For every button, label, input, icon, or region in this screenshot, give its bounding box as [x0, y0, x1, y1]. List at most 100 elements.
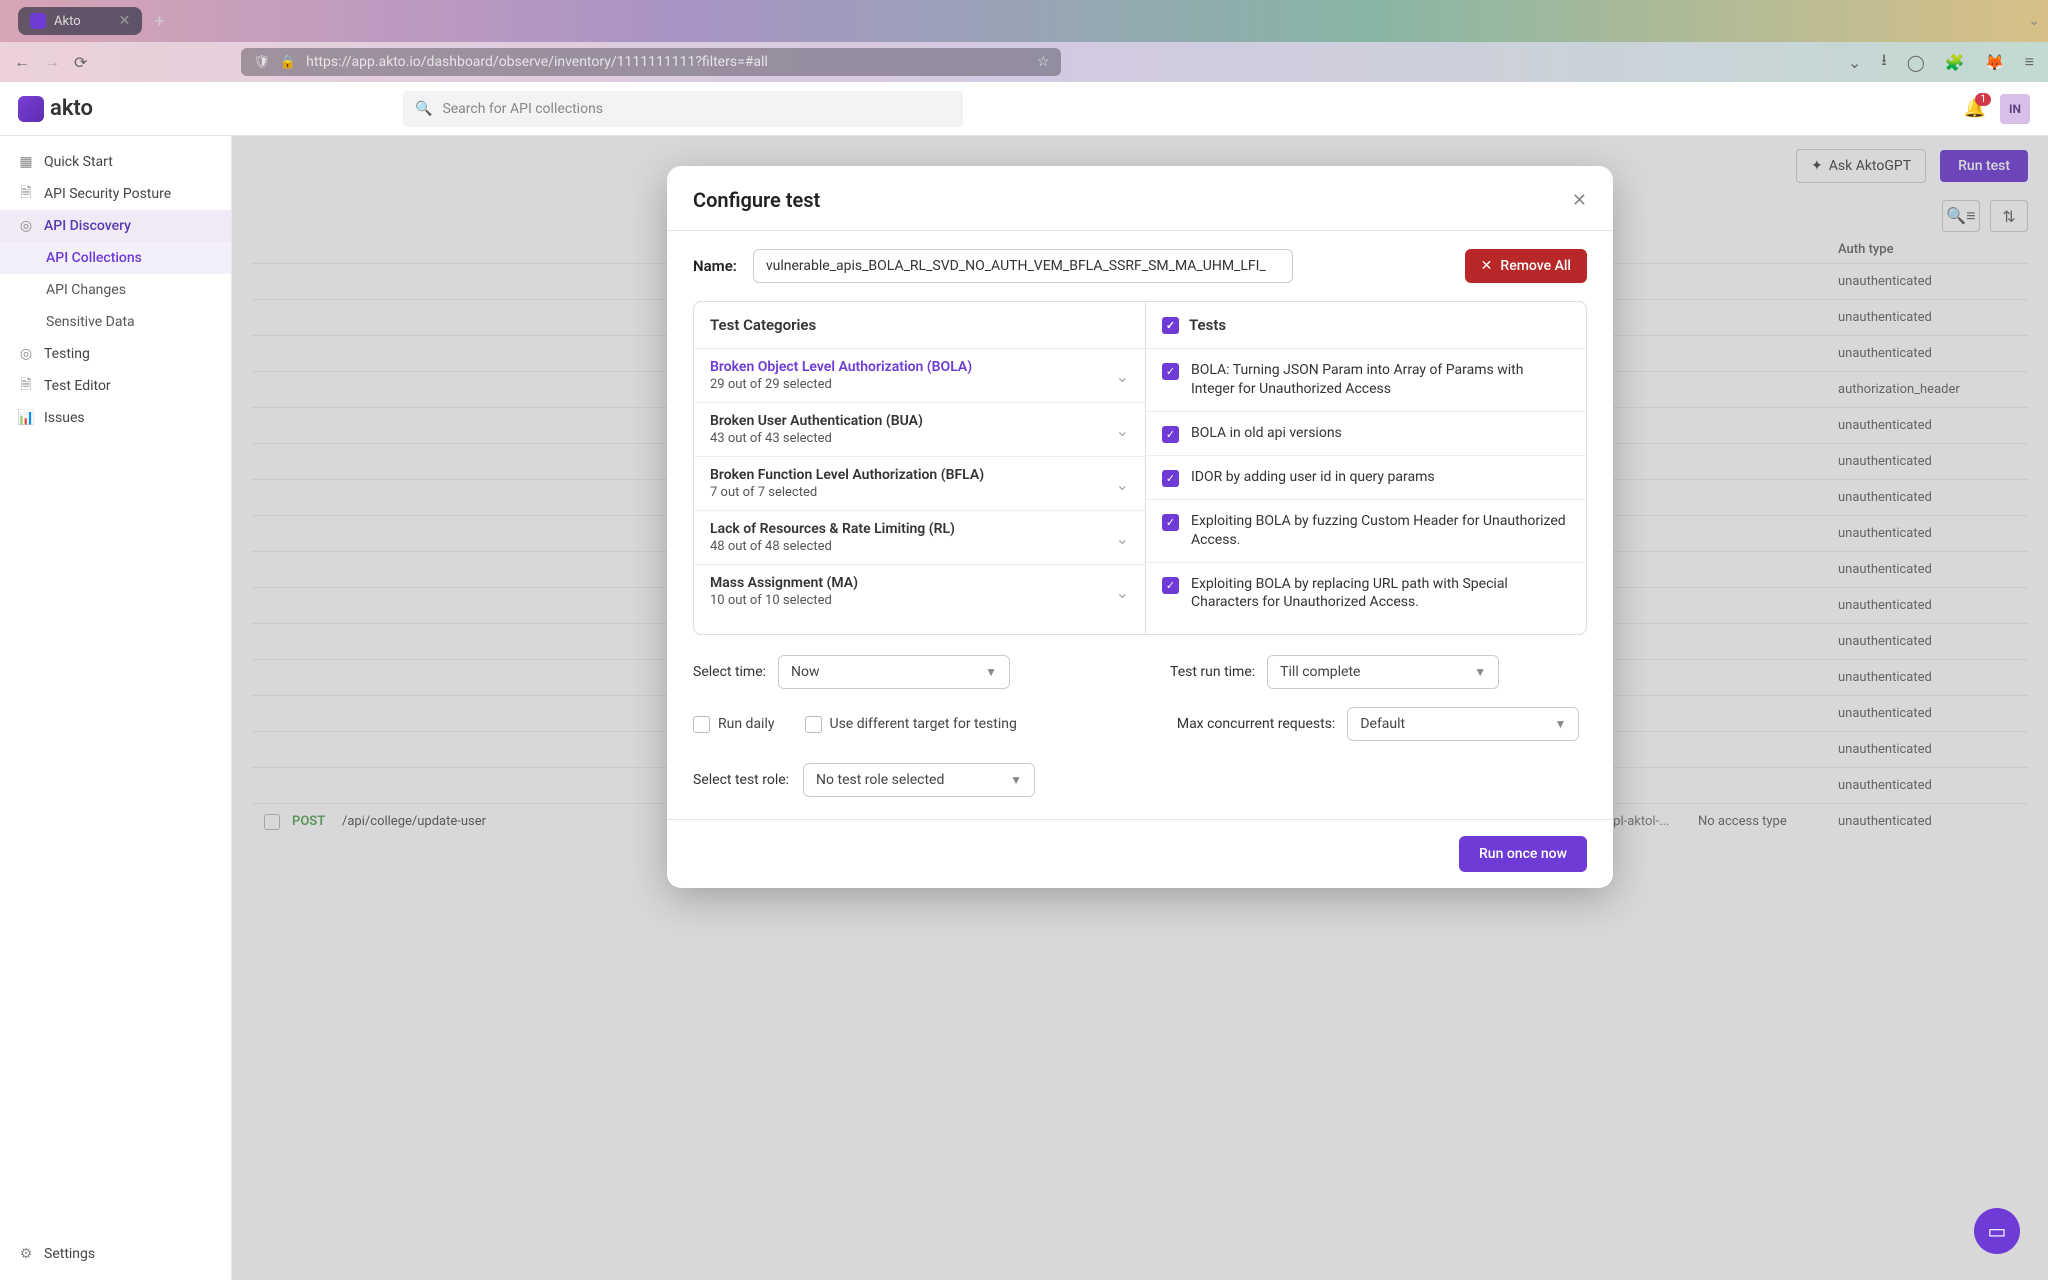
back-icon[interactable]: ← [14, 52, 30, 72]
sidebar-item-api-discovery[interactable]: ◎API Discovery [0, 210, 231, 242]
checkbox-icon[interactable]: ✓ [1162, 426, 1179, 443]
test-item[interactable]: ✓ Exploiting BOLA by replacing URL path w… [1146, 562, 1586, 625]
sidebar-label: Settings [44, 1246, 95, 1262]
test-run-time-dropdown[interactable]: Till complete ▼ [1267, 655, 1499, 689]
new-tab-button[interactable]: + [154, 11, 164, 32]
notif-badge: 1 [1975, 93, 1991, 106]
max-concurrent-dropdown[interactable]: Default ▼ [1347, 707, 1579, 741]
forward-icon[interactable]: → [44, 52, 60, 72]
bookmark-star-icon[interactable]: ☆ [1037, 54, 1050, 70]
test-label: IDOR by adding user id in query params [1191, 468, 1435, 487]
run-once-button[interactable]: Run once now [1459, 836, 1587, 872]
category-name: Broken User Authentication (BUA) [710, 413, 923, 429]
different-target-checkbox[interactable]: Use different target for testing [805, 716, 1017, 733]
test-item[interactable]: ✓ BOLA in old api versions [1146, 411, 1586, 455]
chevron-down-icon[interactable]: ⌄ [2028, 13, 2040, 29]
sidebar-item-settings[interactable]: ⚙ Settings [0, 1238, 231, 1270]
sidebar-item-api-collections[interactable]: API Collections [0, 242, 231, 274]
select-role-dropdown[interactable]: No test role selected ▼ [803, 763, 1035, 797]
lock-icon: 🔒 [280, 55, 296, 70]
checkbox-icon[interactable]: ✓ [1162, 317, 1179, 334]
category-item[interactable]: Broken User Authentication (BUA) 43 out o… [694, 402, 1145, 456]
chevron-down-icon: ⌄ [1116, 359, 1129, 386]
downloads-icon[interactable]: ⭳ [1881, 49, 1887, 76]
test-item[interactable]: ✓ BOLA: Turning JSON Param into Array of … [1146, 348, 1586, 411]
checkbox-icon[interactable]: ✓ [1162, 470, 1179, 487]
sidebar-label: Test Editor [44, 378, 111, 394]
extension-badge-icon[interactable]: 🦊 [1985, 53, 2005, 72]
max-concurrent-label: Max concurrent requests: [1177, 716, 1335, 732]
extensions-icon[interactable]: 🧩 [1945, 53, 1965, 72]
sidebar-item-api-changes[interactable]: API Changes [0, 274, 231, 306]
sidebar-item-security-posture[interactable]: 🗎API Security Posture [0, 178, 231, 210]
logo-text: akto [50, 96, 93, 121]
sidebar-item-issues[interactable]: 📊Issues [0, 402, 231, 434]
sidebar-label: API Security Posture [44, 186, 171, 202]
select-value: Now [791, 664, 820, 680]
chevron-down-icon: ▼ [1474, 665, 1486, 679]
bell-icon[interactable]: 🔔 1 [1964, 98, 1986, 119]
category-item[interactable]: Lack of Resources & Rate Limiting (RL)48… [694, 510, 1145, 564]
category-item[interactable]: Broken Function Level Authorization (BFL… [694, 456, 1145, 510]
chevron-down-icon: ⌄ [1116, 413, 1129, 440]
avatar[interactable]: IN [2000, 94, 2030, 124]
select-value: No test role selected [816, 772, 944, 788]
close-icon[interactable]: ✕ [119, 13, 131, 29]
select-role-label: Select test role: [693, 772, 789, 788]
shield-icon: 🛡 [253, 55, 270, 70]
tab-title: Akto [54, 14, 81, 29]
sidebar-item-test-editor[interactable]: 🗎Test Editor [0, 370, 231, 402]
sidebar-item-sensitive-data[interactable]: Sensitive Data [0, 306, 231, 338]
search-input[interactable]: 🔍 Search for API collections [403, 91, 963, 127]
run-daily-checkbox[interactable]: Run daily [693, 716, 775, 733]
test-label: Exploiting BOLA by fuzzing Custom Header… [1191, 512, 1570, 550]
browser-tab[interactable]: Akto ✕ [18, 7, 142, 35]
button-label: Remove All [1500, 258, 1571, 274]
radar-icon: ◎ [18, 218, 34, 234]
logo[interactable]: akto [18, 96, 93, 122]
reload-icon[interactable]: ⟳ [74, 53, 87, 72]
sidebar-label: Sensitive Data [46, 314, 135, 330]
select-time-dropdown[interactable]: Now ▼ [778, 655, 1010, 689]
chevron-down-icon: ▼ [1554, 717, 1566, 731]
checkbox-icon[interactable]: ✓ [1162, 577, 1179, 594]
checkbox-icon [805, 716, 822, 733]
test-label: Exploiting BOLA by replacing URL path wi… [1191, 575, 1570, 613]
sidebar: ▦Quick Start 🗎API Security Posture ◎API … [0, 136, 232, 1280]
category-name: Broken Function Level Authorization (BFL… [710, 467, 984, 483]
checkbox-label: Run daily [718, 716, 775, 732]
category-sub: 48 out of 48 selected [710, 539, 955, 554]
account-icon[interactable]: ◯ [1907, 53, 1925, 72]
pocket-icon[interactable]: ⌄ [1848, 53, 1861, 72]
test-run-time-label: Test run time: [1170, 664, 1255, 680]
chevron-down-icon: ▼ [1010, 773, 1022, 787]
sidebar-label: API Changes [46, 282, 126, 298]
test-item[interactable]: ✓ IDOR by adding user id in query params [1146, 455, 1586, 499]
chart-icon: 📊 [18, 410, 34, 426]
category-item[interactable]: Mass Assignment (MA)10 out of 10 selecte… [694, 564, 1145, 618]
sidebar-item-quick-start[interactable]: ▦Quick Start [0, 146, 231, 178]
category-item[interactable]: Broken Object Level Authorization (BOLA)… [694, 348, 1145, 402]
test-item[interactable]: ✓ Exploiting BOLA by fuzzing Custom Heade… [1146, 499, 1586, 562]
tests-panel: ✓ Tests ✓BOLA: Turning JSON Param into A… [1146, 302, 1586, 634]
category-sub: 43 out of 43 selected [710, 431, 923, 446]
test-label: BOLA: Turning JSON Param into Array of P… [1191, 361, 1570, 399]
sidebar-label: Quick Start [44, 154, 113, 170]
categories-title: Test Categories [694, 302, 1145, 348]
chat-launcher[interactable]: ▭ [1974, 1208, 2020, 1254]
search-icon: 🔍 [415, 101, 432, 117]
sidebar-item-testing[interactable]: ◎Testing [0, 338, 231, 370]
test-categories-panel: Test Categories Broken Object Level Auth… [694, 302, 1146, 634]
checkbox-icon[interactable]: ✓ [1162, 514, 1179, 531]
url-text: https://app.akto.io/dashboard/observe/in… [306, 54, 768, 70]
menu-icon[interactable]: ≡ [2025, 52, 2034, 72]
url-bar[interactable]: 🛡 🔒 https://app.akto.io/dashboard/observ… [241, 48, 1061, 76]
gear-icon: ⚙ [18, 1246, 34, 1262]
close-icon[interactable]: ✕ [1572, 190, 1587, 211]
modal-overlay: Configure test ✕ Name: ✕ Remove All Test… [232, 136, 2048, 1280]
target-icon: ◎ [18, 346, 34, 362]
remove-all-button[interactable]: ✕ Remove All [1465, 249, 1587, 283]
test-label: BOLA in old api versions [1191, 424, 1342, 443]
test-name-input[interactable] [753, 249, 1293, 283]
checkbox-icon[interactable]: ✓ [1162, 363, 1179, 380]
